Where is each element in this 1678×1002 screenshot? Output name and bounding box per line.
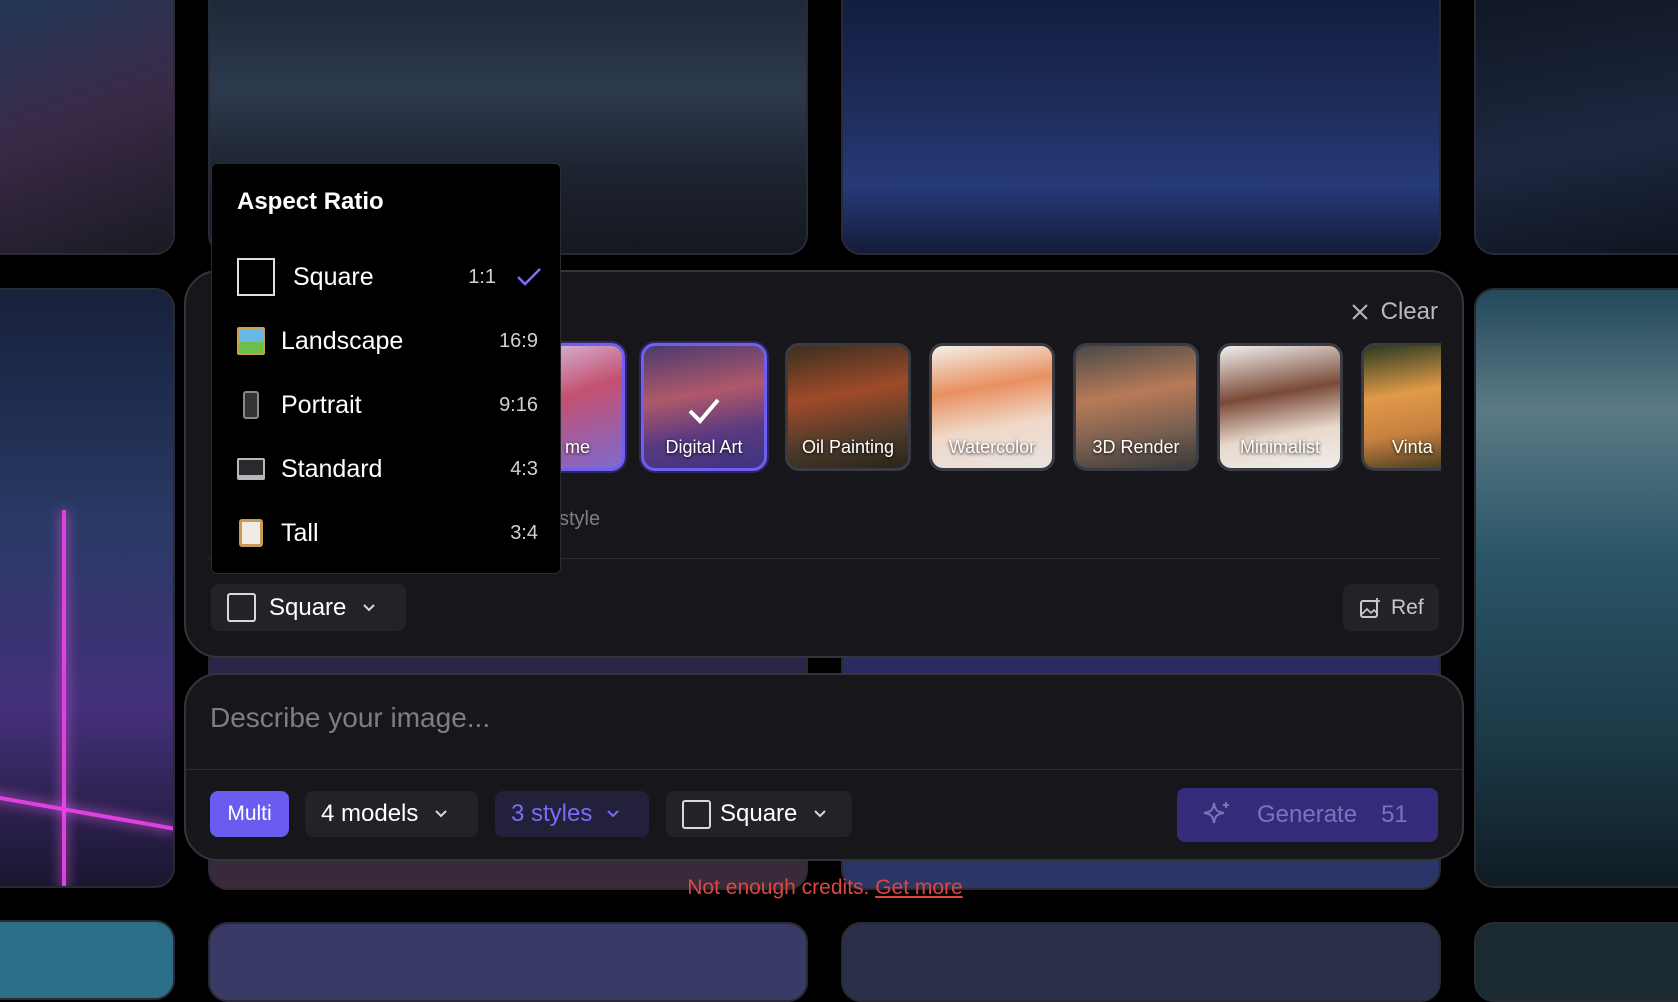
option-name: Portrait — [281, 391, 362, 420]
aspect-option-standard[interactable]: Standard 4:3 — [237, 447, 542, 491]
models-label: 4 models — [321, 800, 418, 828]
style-card-digital-art[interactable]: Digital Art — [641, 343, 767, 471]
gallery-tile-10[interactable] — [208, 922, 808, 1002]
style-label: Vinta — [1392, 437, 1441, 458]
reference-image-button[interactable]: Ref — [1343, 584, 1439, 631]
gallery-tile-3[interactable] — [841, 0, 1441, 255]
clear-button[interactable]: Clear — [1351, 298, 1438, 326]
checkmark-icon — [516, 266, 542, 288]
neon-line-decoration — [0, 793, 175, 831]
credits-notice: Not enough credits. Get more — [0, 876, 1650, 900]
style-label: Minimalist — [1220, 437, 1340, 458]
gallery-tile-5[interactable] — [0, 288, 175, 888]
styles-hint: style — [559, 508, 600, 531]
gallery-tile-11[interactable] — [841, 922, 1441, 1002]
style-card-minimalist[interactable]: Minimalist — [1217, 343, 1343, 471]
chevron-down-icon — [813, 807, 827, 821]
option-name: Square — [293, 263, 374, 292]
aspect-option-portrait[interactable]: Portrait 9:16 — [237, 383, 542, 427]
image-add-icon — [1359, 597, 1381, 619]
style-card-3d-render[interactable]: 3D Render — [1073, 343, 1199, 471]
square-outline-icon — [237, 258, 275, 296]
generate-cost: 51 — [1381, 801, 1408, 829]
clear-label: Clear — [1381, 298, 1438, 326]
styles-label: 3 styles — [511, 800, 592, 828]
get-more-credits-link[interactable]: Get more — [875, 876, 963, 899]
chevron-down-icon — [434, 807, 448, 821]
generate-label: Generate — [1257, 801, 1357, 829]
option-ratio: 1:1 — [468, 266, 496, 289]
option-name: Tall — [281, 519, 319, 548]
style-label: Oil Painting — [788, 437, 908, 458]
aspect-option-square[interactable]: Square 1:1 — [237, 255, 542, 299]
prompt-input[interactable] — [210, 693, 1410, 743]
option-name: Landscape — [281, 327, 403, 356]
checkmark-icon — [684, 390, 724, 430]
aspect-ratio-label: Square — [720, 800, 797, 828]
gallery-tile-1[interactable] — [0, 0, 175, 255]
style-label: Watercolor — [932, 437, 1052, 458]
option-ratio: 3:4 — [510, 522, 538, 545]
mobile-phone-icon — [243, 391, 259, 419]
sparkle-icon — [1201, 799, 1233, 831]
style-card-vintage[interactable]: Vinta — [1361, 343, 1441, 471]
aspect-option-tall[interactable]: Tall 3:4 — [237, 511, 542, 555]
clipboard-icon — [239, 519, 263, 547]
chevron-down-icon — [606, 807, 620, 821]
option-ratio: 16:9 — [499, 330, 538, 353]
close-icon — [1351, 303, 1369, 321]
style-card-watercolor[interactable]: Watercolor — [929, 343, 1055, 471]
square-outline-icon — [227, 593, 256, 622]
option-ratio: 9:16 — [499, 394, 538, 417]
models-selector[interactable]: 4 models — [305, 791, 478, 837]
multi-label: Multi — [227, 802, 271, 826]
gallery-tile-9[interactable] — [0, 920, 175, 1000]
reference-label: Ref — [1391, 596, 1424, 620]
gallery-tile-12[interactable] — [1474, 922, 1678, 1002]
style-label: Digital Art — [644, 437, 764, 458]
landscape-picture-icon — [237, 327, 265, 355]
square-outline-icon — [682, 800, 711, 829]
desktop-monitor-icon — [237, 458, 265, 480]
aspect-ratio-dropdown: Aspect Ratio Square 1:1 Landscape 16:9 P… — [211, 163, 561, 574]
style-card-oil-painting[interactable]: Oil Painting — [785, 343, 911, 471]
gallery-tile-4[interactable] — [1474, 0, 1678, 255]
dropdown-title: Aspect Ratio — [237, 188, 384, 216]
multi-mode-button[interactable]: Multi — [210, 791, 289, 837]
aspect-ratio-selector[interactable]: Square — [666, 791, 852, 837]
aspect-option-landscape[interactable]: Landscape 16:9 — [237, 319, 542, 363]
credits-text: Not enough credits. — [687, 876, 869, 899]
neon-line-decoration — [62, 510, 66, 888]
styles-selector[interactable]: 3 styles — [495, 791, 649, 837]
option-ratio: 4:3 — [510, 458, 538, 481]
gallery-tile-6[interactable] — [1474, 288, 1678, 888]
chevron-down-icon — [362, 601, 376, 615]
style-label: 3D Render — [1076, 437, 1196, 458]
aspect-ratio-button[interactable]: Square — [211, 584, 406, 631]
generate-button[interactable]: Generate 51 — [1177, 788, 1438, 842]
divider — [186, 769, 1462, 770]
option-name: Standard — [281, 455, 382, 484]
aspect-ratio-label: Square — [269, 594, 346, 622]
